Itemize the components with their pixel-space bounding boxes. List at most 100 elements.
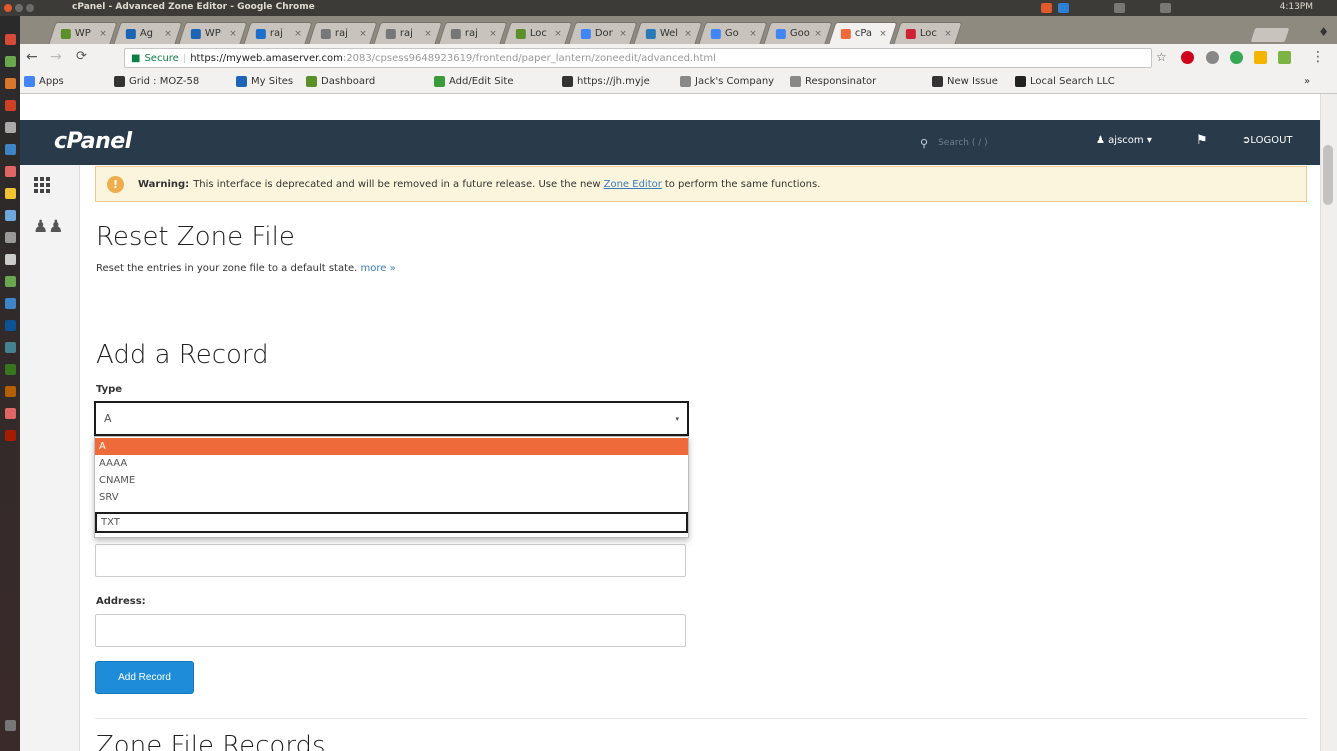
tab-close-icon[interactable]: × bbox=[619, 29, 627, 39]
browser-tab[interactable]: Wel × bbox=[633, 22, 703, 44]
back-icon[interactable]: ← bbox=[26, 49, 38, 65]
tab-close-icon[interactable]: × bbox=[164, 29, 172, 39]
launcher-app-icon[interactable] bbox=[5, 166, 16, 177]
tab-label: Loc bbox=[919, 28, 937, 39]
tab-close-icon[interactable]: × bbox=[424, 29, 432, 39]
zone-editor-link[interactable]: Zone Editor bbox=[604, 179, 662, 190]
browser-tab[interactable]: raj × bbox=[438, 22, 508, 44]
tray-dropbox-icon[interactable] bbox=[1058, 3, 1069, 13]
browser-tab[interactable]: Go × bbox=[698, 22, 768, 44]
bookmark-item[interactable]: Responsinator bbox=[790, 76, 876, 87]
extension-icon[interactable] bbox=[1206, 51, 1219, 64]
browser-tab[interactable]: WP × bbox=[48, 22, 118, 44]
bookmark-item[interactable]: Grid : MOZ-58 bbox=[114, 76, 199, 87]
cpanel-search[interactable]: ⚲ Search ( / ) bbox=[920, 133, 1048, 153]
tab-close-icon[interactable]: × bbox=[684, 29, 692, 39]
extension-icon[interactable] bbox=[1230, 51, 1243, 64]
launcher-app-icon[interactable] bbox=[5, 276, 16, 287]
tray-app-icon[interactable] bbox=[1041, 3, 1052, 13]
forward-icon[interactable]: → bbox=[50, 49, 62, 65]
launcher-app-icon[interactable] bbox=[5, 34, 16, 45]
bookmark-item[interactable]: Add/Edit Site bbox=[434, 76, 513, 87]
bookmarks-overflow[interactable]: » bbox=[1304, 76, 1310, 87]
bookmark-star-icon[interactable]: ☆ bbox=[1156, 50, 1167, 64]
new-tab-button[interactable] bbox=[1250, 28, 1290, 42]
clock[interactable]: 4:13PM bbox=[1280, 2, 1313, 12]
launcher-app-icon[interactable] bbox=[5, 188, 16, 199]
window-close-icon[interactable] bbox=[4, 4, 12, 12]
type-option-srv[interactable]: SRV bbox=[95, 489, 688, 506]
browser-tab[interactable]: raj × bbox=[373, 22, 443, 44]
launcher-app-icon[interactable] bbox=[5, 210, 16, 221]
bookmark-item[interactable]: Dashboard bbox=[306, 76, 375, 87]
tab-close-icon[interactable]: × bbox=[489, 29, 497, 39]
launcher-app-icon[interactable] bbox=[5, 144, 16, 155]
type-select[interactable]: A ▾ bbox=[94, 401, 689, 436]
browser-tab[interactable]: WP × bbox=[178, 22, 248, 44]
browser-tab[interactable]: Loc × bbox=[893, 22, 963, 44]
reload-icon[interactable]: ⟳ bbox=[76, 49, 87, 64]
add-record-button[interactable]: Add Record bbox=[95, 661, 194, 694]
tab-close-icon[interactable]: × bbox=[359, 29, 367, 39]
home-grid-icon[interactable] bbox=[34, 177, 50, 193]
tray-app-icon[interactable] bbox=[1114, 3, 1125, 13]
profile-icon[interactable]: ♦ bbox=[1318, 25, 1329, 39]
name-field[interactable] bbox=[95, 544, 686, 577]
browser-tab[interactable]: raj × bbox=[308, 22, 378, 44]
launcher-app-icon[interactable] bbox=[5, 386, 16, 397]
browser-tab[interactable]: Dor × bbox=[568, 22, 638, 44]
bookmark-item[interactable]: Apps bbox=[24, 76, 64, 87]
address-field[interactable] bbox=[95, 614, 686, 647]
launcher-app-icon[interactable] bbox=[5, 78, 16, 89]
launcher-app-icon[interactable] bbox=[5, 232, 16, 243]
tab-close-icon[interactable]: × bbox=[99, 29, 107, 39]
address-bar[interactable]: ■ Secure | https://myweb.amaserver.com :… bbox=[124, 48, 1152, 68]
launcher-app-icon[interactable] bbox=[5, 364, 16, 375]
extension-icon[interactable] bbox=[1278, 51, 1291, 64]
browser-tab[interactable]: cPa × bbox=[828, 22, 898, 44]
bookmark-item[interactable]: New Issue bbox=[932, 76, 998, 87]
browser-tab[interactable]: Ag × bbox=[113, 22, 183, 44]
browser-tab[interactable]: raj × bbox=[243, 22, 313, 44]
tab-close-icon[interactable]: × bbox=[814, 29, 822, 39]
tab-close-icon[interactable]: × bbox=[229, 29, 237, 39]
menu-dots-icon[interactable]: ⋮ bbox=[1311, 49, 1325, 65]
launcher-trash-icon[interactable] bbox=[5, 720, 16, 731]
tab-close-icon[interactable]: × bbox=[294, 29, 302, 39]
more-link[interactable]: more » bbox=[361, 263, 396, 274]
window-maximize-icon[interactable] bbox=[26, 4, 34, 12]
users-icon[interactable]: ♟♟ bbox=[33, 217, 63, 237]
tab-close-icon[interactable]: × bbox=[944, 29, 952, 39]
launcher-app-icon[interactable] bbox=[5, 254, 16, 265]
window-minimize-icon[interactable] bbox=[15, 4, 23, 12]
type-option-aaaa[interactable]: AAAA bbox=[95, 455, 688, 472]
browser-tab[interactable]: Goo × bbox=[763, 22, 833, 44]
tab-close-icon[interactable]: × bbox=[749, 29, 757, 39]
tray-keyboard-icon[interactable] bbox=[1160, 3, 1171, 13]
bookmark-item[interactable]: Jack's Company bbox=[680, 76, 774, 87]
extension-icon[interactable] bbox=[1254, 51, 1267, 64]
tab-close-icon[interactable]: × bbox=[879, 29, 887, 39]
launcher-app-icon[interactable] bbox=[5, 430, 16, 441]
browser-tab[interactable]: Loc × bbox=[503, 22, 573, 44]
tab-close-icon[interactable]: × bbox=[554, 29, 562, 39]
launcher-app-icon[interactable] bbox=[5, 320, 16, 331]
bookmark-item[interactable]: My Sites bbox=[236, 76, 293, 87]
bookmark-item[interactable]: Local Search LLC bbox=[1015, 76, 1115, 87]
logout-button[interactable]: ➲LOGOUT bbox=[1242, 135, 1293, 146]
extension-icon[interactable] bbox=[1181, 51, 1194, 64]
type-option-cname[interactable]: CNAME bbox=[95, 472, 688, 489]
type-option-a[interactable]: A bbox=[95, 438, 688, 455]
launcher-app-icon[interactable] bbox=[5, 56, 16, 67]
notification-bell-icon[interactable]: ⚑ bbox=[1196, 133, 1208, 148]
type-option-txt[interactable]: TXT bbox=[95, 512, 688, 533]
user-menu[interactable]: ♟ ajscom ▾ bbox=[1096, 135, 1152, 146]
launcher-app-icon[interactable] bbox=[5, 122, 16, 133]
launcher-app-icon[interactable] bbox=[5, 408, 16, 419]
launcher-app-icon[interactable] bbox=[5, 298, 16, 309]
launcher-app-icon[interactable] bbox=[5, 100, 16, 111]
cpanel-logo[interactable]: cPanel bbox=[54, 129, 132, 154]
scrollbar-thumb[interactable] bbox=[1323, 145, 1333, 205]
bookmark-item[interactable]: https://jh.myje bbox=[562, 76, 650, 87]
launcher-app-icon[interactable] bbox=[5, 342, 16, 353]
